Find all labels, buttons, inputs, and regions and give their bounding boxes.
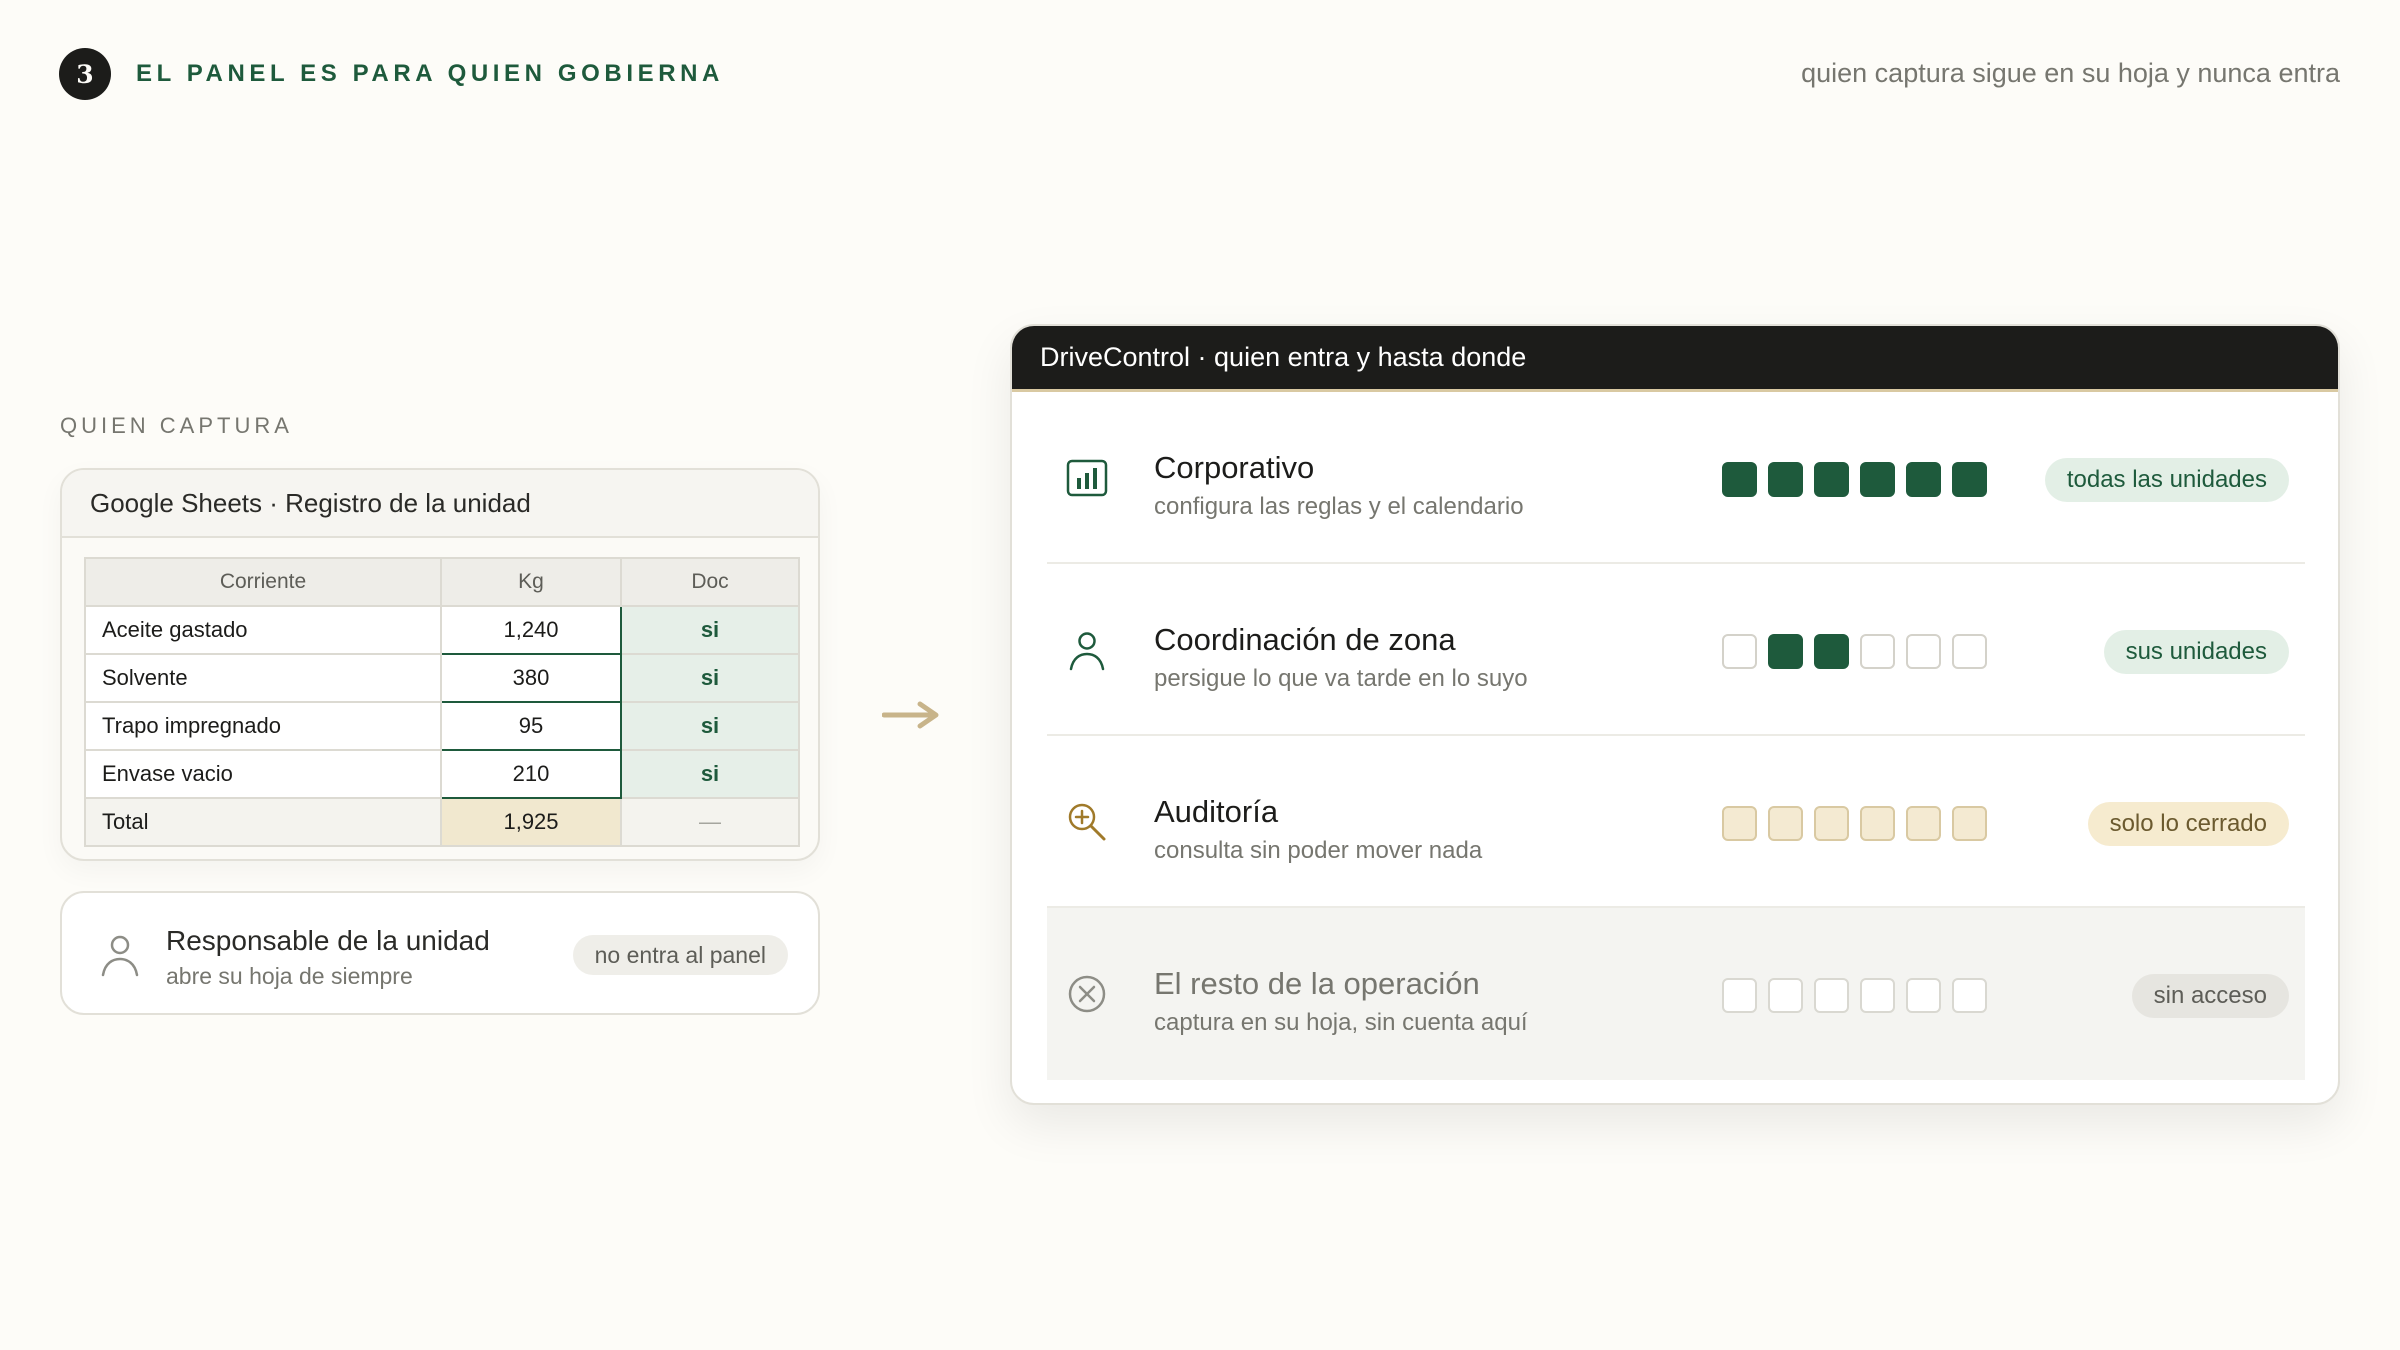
role-row-coordinacion[interactable]: Coordinación de zona persigue lo que va … — [1047, 564, 2305, 736]
access-square — [1768, 806, 1803, 841]
access-square — [1952, 806, 1987, 841]
access-square — [1860, 462, 1895, 497]
table-total-row: Total 1,925 — — [84, 797, 800, 847]
access-square — [1952, 978, 1987, 1013]
total-label: Total — [84, 797, 442, 847]
google-sheet-card: Google Sheets · Registro de la unidad Co… — [60, 468, 820, 861]
bar-chart-icon — [1066, 459, 1108, 497]
magnifier-plus-icon — [1068, 803, 1106, 841]
total-kg: 1,925 — [440, 797, 622, 847]
role-subtitle: persigue lo que va tarde en lo suyo — [1154, 665, 1528, 692]
access-square — [1722, 462, 1757, 497]
access-square — [1722, 978, 1757, 1013]
role-title: Auditoría — [1154, 794, 1279, 829]
capture-section-label: QUIEN CAPTURA — [60, 413, 293, 438]
access-square — [1768, 978, 1803, 1013]
access-square — [1722, 806, 1757, 841]
role-title: Corporativo — [1154, 450, 1315, 485]
role-subtitle: consulta sin poder mover nada — [1154, 837, 1483, 864]
scope-pill: todas las unidades — [2044, 458, 2289, 502]
access-square — [1906, 634, 1941, 669]
scope-pill: sin acceso — [2131, 974, 2289, 1018]
access-level-squares — [1722, 462, 1987, 497]
access-square — [1952, 462, 1987, 497]
circle-x-icon — [1068, 975, 1106, 1013]
access-square — [1906, 978, 1941, 1013]
role-title: El resto de la operación — [1154, 966, 1480, 1001]
access-level-squares — [1722, 634, 1987, 669]
access-square — [1814, 634, 1849, 669]
sheet-title: Google Sheets · Registro de la unidad — [62, 470, 818, 538]
person-icon — [1069, 632, 1105, 671]
cell-kg[interactable]: 210 — [440, 749, 622, 799]
access-square — [1860, 634, 1895, 669]
cell-name[interactable]: Trapo impregnado — [84, 701, 442, 751]
access-square — [1768, 462, 1803, 497]
access-square — [1860, 978, 1895, 1013]
scope-pill: sus unidades — [2103, 630, 2289, 674]
responsible-subtitle: abre su hoja de siempre — [166, 963, 413, 989]
access-level-squares — [1722, 806, 1987, 841]
access-square — [1814, 978, 1849, 1013]
person-icon — [101, 935, 139, 977]
cell-doc[interactable]: si — [620, 701, 800, 751]
total-doc: — — [620, 797, 800, 847]
column-header-doc: Doc — [620, 557, 800, 607]
cell-kg[interactable]: 95 — [440, 701, 622, 751]
cell-doc[interactable]: si — [620, 653, 800, 703]
panel-title: DriveControl · quien entra y hasta donde — [1012, 326, 2338, 392]
access-square — [1768, 634, 1803, 669]
cell-doc[interactable]: si — [620, 749, 800, 799]
drivecontrol-access-panel: DriveControl · quien entra y hasta donde… — [1010, 324, 2340, 1105]
step-title: EL PANEL ES PARA QUIEN GOBIERNA — [136, 60, 724, 87]
role-subtitle: configura las reglas y el calendario — [1154, 493, 1524, 520]
access-level-squares — [1722, 978, 1987, 1013]
access-square — [1814, 806, 1849, 841]
role-title: Coordinación de zona — [1154, 622, 1456, 657]
no-access-pill: no entra al panel — [572, 935, 788, 975]
table-row: Aceite gastado 1,240 si — [84, 605, 800, 655]
access-square — [1722, 634, 1757, 669]
cell-kg[interactable]: 1,240 — [440, 605, 622, 655]
role-row-resto[interactable]: El resto de la operación captura en su h… — [1047, 908, 2305, 1080]
role-subtitle: captura en su hoja, sin cuenta aquí — [1154, 1009, 1528, 1036]
table-header-row: Corriente Kg Doc — [84, 557, 800, 607]
access-square — [1860, 806, 1895, 841]
cell-name[interactable]: Envase vacio — [84, 749, 442, 799]
arrow-right-icon — [882, 701, 939, 729]
access-square — [1906, 462, 1941, 497]
table-row: Trapo impregnado 95 si — [84, 701, 800, 751]
scope-pill: solo lo cerrado — [2087, 802, 2289, 846]
role-row-corporativo[interactable]: Corporativo configura las reglas y el ca… — [1047, 392, 2305, 564]
role-row-auditoria[interactable]: Auditoría consulta sin poder mover nada … — [1047, 736, 2305, 908]
step-number-badge: 3 — [59, 48, 111, 100]
responsible-title: Responsable de la unidad — [166, 925, 490, 956]
responsible-card: Responsable de la unidad abre su hoja de… — [60, 891, 820, 1015]
sheet-table: Corriente Kg Doc Aceite gastado 1,240 si… — [84, 557, 800, 847]
cell-doc[interactable]: si — [620, 605, 800, 655]
access-square — [1952, 634, 1987, 669]
access-square — [1906, 806, 1941, 841]
cell-kg[interactable]: 380 — [440, 653, 622, 703]
cell-name[interactable]: Solvente — [84, 653, 442, 703]
access-square — [1814, 462, 1849, 497]
column-header-kg: Kg — [440, 557, 622, 607]
header-note: quien captura sigue en su hoja y nunca e… — [1801, 58, 2340, 88]
table-row: Solvente 380 si — [84, 653, 800, 703]
column-header-corriente: Corriente — [84, 557, 442, 607]
cell-name[interactable]: Aceite gastado — [84, 605, 442, 655]
table-row: Envase vacio 210 si — [84, 749, 800, 799]
